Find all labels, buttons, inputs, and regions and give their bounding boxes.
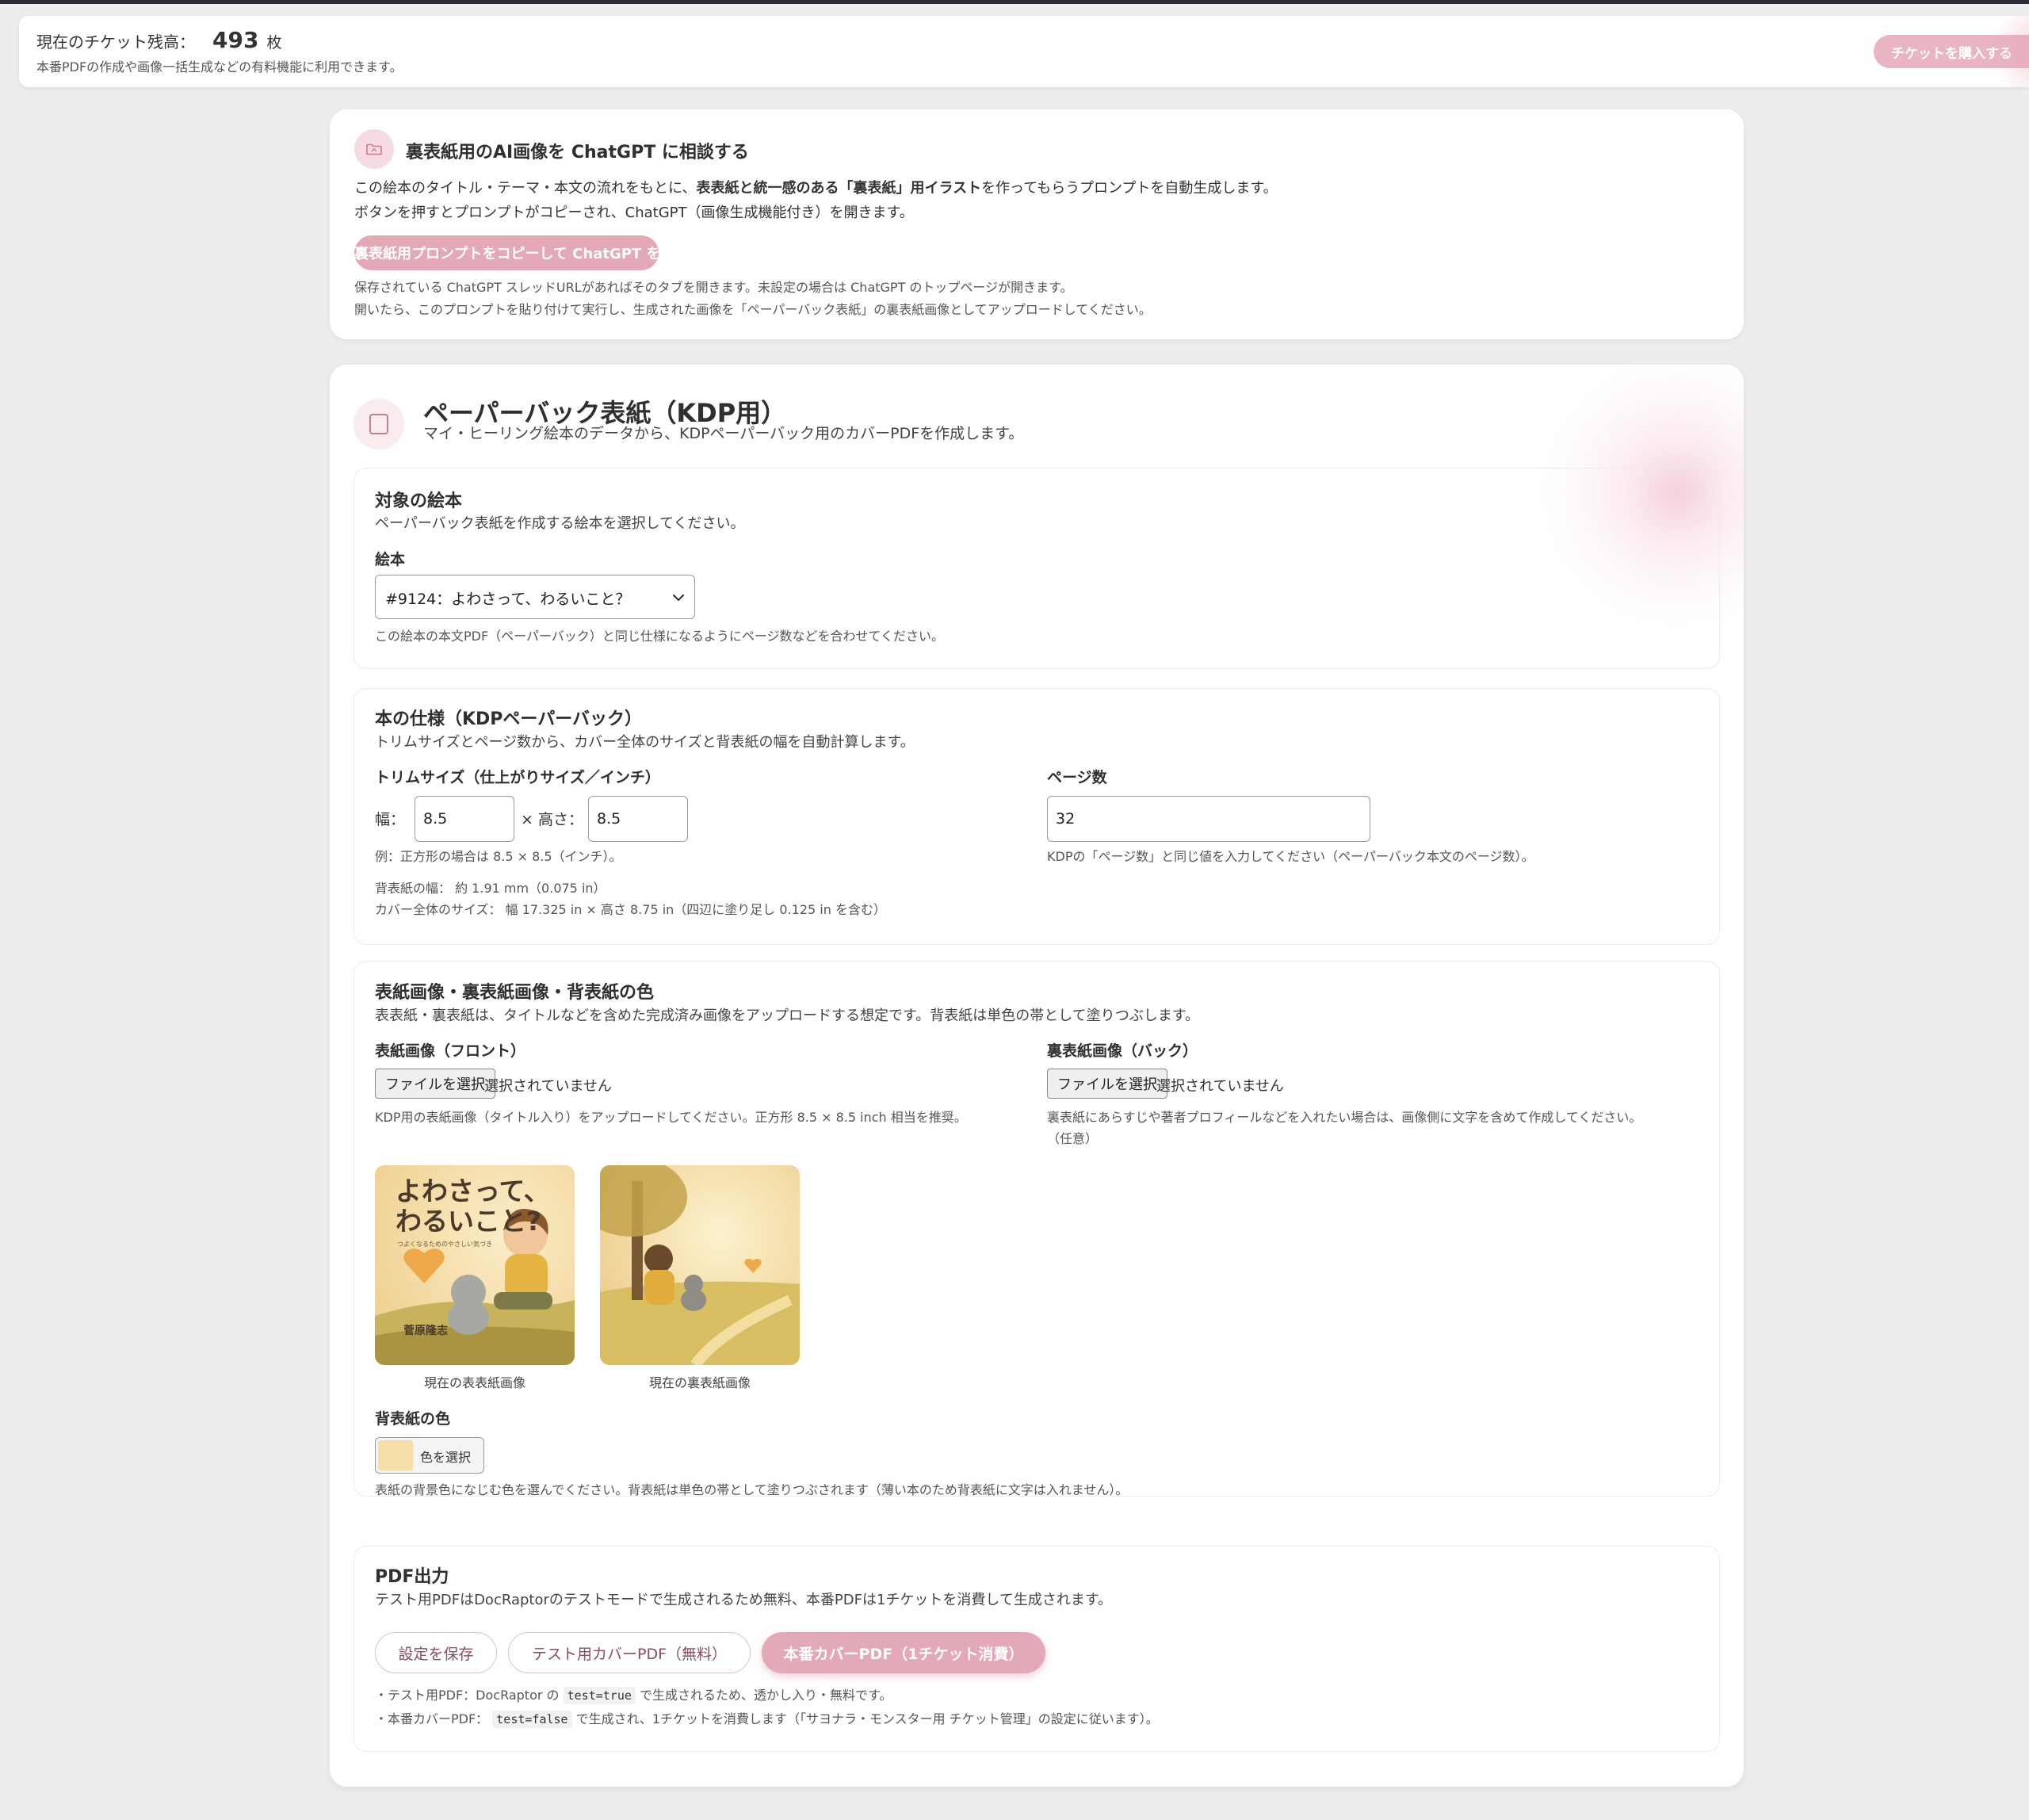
book-select-hint: この絵本の本文PDF（ペーパーバック）と同じ仕様になるようにページ数などを合わせ… bbox=[375, 629, 945, 644]
note-text: ・テスト用PDF：DocRaptor の bbox=[375, 1688, 564, 1703]
spine-color-hint: 表紙の背景色になじむ色を選んでください。背表紙は単色の帯として塗りつぶされます（… bbox=[375, 1482, 1129, 1497]
note-text: で生成されるため、透かし入り・無料です。 bbox=[635, 1688, 892, 1703]
width-label: 幅： bbox=[375, 811, 406, 828]
cover-title-line2: わるいこと? bbox=[395, 1206, 542, 1237]
trim-height-input[interactable]: 8.5 bbox=[588, 796, 688, 842]
cover-title-line1: よわさって、 bbox=[395, 1176, 550, 1206]
paperback-cover-card: ペーパーバック表紙（KDP用） マイ・ヒーリング絵本のデータから、KDPペーパー… bbox=[330, 365, 1744, 1787]
chevron-down-icon bbox=[671, 590, 686, 609]
spine-color-picker[interactable]: 色を選択 bbox=[375, 1437, 484, 1474]
ai-card-note: 保存されている ChatGPT スレッドURLがあればそのタブを開きます。未設定… bbox=[354, 277, 1152, 321]
page-subtitle: マイ・ヒーリング絵本のデータから、KDPペーパーバック用のカバーPDFを作成しま… bbox=[423, 425, 1024, 442]
section-title: 本の仕様（KDPペーパーバック） bbox=[375, 709, 642, 729]
save-settings-button[interactable]: 設定を保存 bbox=[375, 1632, 497, 1673]
ticket-unit: 枚 bbox=[266, 34, 282, 52]
back-image-hint: 裏表紙にあらすじや著者プロフィールなどを入れたい場合は、画像側に文字を含めて作成… bbox=[1047, 1107, 1641, 1149]
ai-desc-part: を作ってもらうプロンプトを自動生成します。 bbox=[981, 180, 1278, 197]
front-image-label: 表紙画像（フロント） bbox=[375, 1042, 526, 1060]
color-picker-label: 色を選択 bbox=[420, 1450, 472, 1465]
book-select-value: #9124：よわさって、わるいこと？ bbox=[385, 591, 631, 608]
pdf-notes: ・テスト用PDF：DocRaptor の test=true で生成されるため、… bbox=[375, 1684, 1159, 1731]
note-text: ・本番カバーPDF： bbox=[375, 1711, 493, 1726]
section-title: 表紙画像・裏表紙画像・背表紙の色 bbox=[375, 983, 655, 1003]
front-file-button[interactable]: ファイルを選択 bbox=[375, 1069, 495, 1099]
cover-author-text: 菅原隆志 bbox=[403, 1325, 448, 1337]
book-spec-section: 本の仕様（KDPペーパーバック） トリムサイズとページ数から、カバー全体のサイズ… bbox=[353, 688, 1720, 945]
ai-desc-emphasis: 表表紙と統一感のある「裏表紙」用イラスト bbox=[696, 180, 982, 197]
ticket-label: 現在のチケット残高： bbox=[36, 32, 195, 52]
square-icon bbox=[353, 399, 404, 449]
production-pdf-button[interactable]: 本番カバーPDF（1チケット消費） bbox=[762, 1632, 1045, 1673]
back-hint-line2: （任意） bbox=[1047, 1131, 1099, 1146]
section-description: テスト用PDFはDocRaptorのテストモードで生成されるため無料、本番PDF… bbox=[375, 1592, 1113, 1608]
cover-images-section: 表紙画像・裏表紙画像・背表紙の色 表表紙・裏表紙は、タイトルなどを含めた完成済み… bbox=[353, 961, 1720, 1497]
back-image-label: 裏表紙画像（バック） bbox=[1047, 1042, 1198, 1060]
book-select[interactable]: #9124：よわさって、わるいこと？ bbox=[375, 575, 695, 619]
cover-title-text: よわさって、 わるいこと? bbox=[395, 1176, 550, 1237]
copy-prompt-open-chatgpt-button[interactable]: 裏表紙用プロンプトをコピーして ChatGPT を開く bbox=[354, 235, 689, 270]
back-file-status: 選択されていません bbox=[1156, 1078, 1284, 1095]
cover-subtitle-text: つよくなるためのやさしい気づき bbox=[397, 1241, 492, 1248]
ai-desc-line2: ボタンを押すとプロンプトがコピーされ、ChatGPT（画像生成機能付き）を開きま… bbox=[354, 205, 914, 221]
folder-image-icon bbox=[354, 129, 394, 169]
front-cover-thumbnail: よわさって、 わるいこと? つよくなるためのやさしい気づき 菅原隆志 bbox=[375, 1165, 575, 1365]
page-count-hint: KDPの「ページ数」と同じ値を入力してください（ペーパーバック本文のページ数）。 bbox=[1047, 849, 1534, 864]
ai-back-cover-card: 裏表紙用のAI画像を ChatGPT に相談する この絵本のタイトル・テーマ・本… bbox=[330, 109, 1744, 339]
back-thumbnail-caption: 現在の裏表紙画像 bbox=[648, 1375, 751, 1390]
page-count-label: ページ数 bbox=[1047, 769, 1107, 786]
ai-desc-part: この絵本のタイトル・テーマ・本文の流れをもとに、 bbox=[354, 180, 697, 197]
test-true-code: test=true bbox=[563, 1687, 636, 1704]
ticket-balance: 現在のチケット残高： 493 枚 bbox=[36, 27, 281, 53]
ticket-description: 本番PDFの作成や画像一括生成などの有料機能に利用できます。 bbox=[36, 59, 403, 75]
section-description: ペーパーバック表紙を作成する絵本を選択してください。 bbox=[375, 515, 745, 532]
trim-size-label: トリムサイズ（仕上がりサイズ／インチ） bbox=[375, 769, 660, 786]
test-false-code: test=false bbox=[492, 1711, 572, 1728]
page-count-input[interactable]: 32 bbox=[1047, 796, 1370, 842]
trim-size-hint: 例：正方形の場合は 8.5 × 8.5（インチ）。 bbox=[375, 849, 622, 864]
section-description: 表表紙・裏表紙は、タイトルなどを含めた完成済み画像をアップロードする想定です。背… bbox=[375, 1008, 1200, 1024]
ai-card-description: この絵本のタイトル・テーマ・本文の流れをもとに、表表紙と統一感のある「裏表紙」用… bbox=[354, 176, 1278, 225]
section-description: トリムサイズとページ数から、カバー全体のサイズと背表紙の幅を自動計算します。 bbox=[375, 734, 915, 751]
height-label: × 高さ： bbox=[521, 811, 583, 828]
front-image-hint: KDP用の表紙画像（タイトル入り）をアップロードしてください。正方形 8.5 ×… bbox=[375, 1110, 967, 1125]
spine-color-swatch bbox=[378, 1440, 413, 1470]
section-title: PDF出力 bbox=[375, 1567, 449, 1587]
back-cover-thumbnail bbox=[600, 1165, 800, 1365]
buy-tickets-button[interactable]: チケットを購入する bbox=[1874, 35, 2029, 68]
book-select-label: 絵本 bbox=[375, 551, 406, 568]
pdf-output-section: PDF出力 テスト用PDFはDocRaptorのテストモードで生成されるため無料… bbox=[353, 1546, 1720, 1752]
back-file-button[interactable]: ファイルを選択 bbox=[1047, 1069, 1167, 1099]
ticket-count: 493 bbox=[212, 27, 259, 53]
ai-note-line2: 開いたら、このプロンプトを貼り付けて実行し、生成された画像を「ペーパーバック表紙… bbox=[354, 302, 1152, 317]
ticket-balance-bar: 現在のチケット残高： 493 枚 本番PDFの作成や画像一括生成などの有料機能に… bbox=[19, 16, 2029, 87]
note-text: で生成され、1チケットを消費します（「サヨナラ・モンスター用 チケット管理」の設… bbox=[571, 1711, 1159, 1726]
trim-width-input[interactable]: 8.5 bbox=[415, 796, 514, 842]
spine-color-label: 背表紙の色 bbox=[375, 1410, 451, 1428]
cover-size-readout: カバー全体のサイズ： 幅 17.325 in × 高さ 8.75 in（四辺に塗… bbox=[375, 902, 886, 917]
test-pdf-button[interactable]: テスト用カバーPDF（無料） bbox=[508, 1632, 751, 1673]
spine-width-readout: 背表紙の幅： 約 1.91 mm（0.075 in） bbox=[375, 881, 606, 896]
back-hint-line1: 裏表紙にあらすじや著者プロフィールなどを入れたい場合は、画像側に文字を含めて作成… bbox=[1047, 1110, 1642, 1125]
ai-note-line1: 保存されている ChatGPT スレッドURLがあればそのタブを開きます。未設定… bbox=[354, 280, 1073, 295]
section-title: 対象の絵本 bbox=[375, 491, 463, 511]
target-book-section: 対象の絵本 ペーパーバック表紙を作成する絵本を選択してください。 絵本 #912… bbox=[353, 468, 1720, 669]
front-file-status: 選択されていません bbox=[484, 1078, 612, 1095]
ai-card-title: 裏表紙用のAI画像を ChatGPT に相談する bbox=[406, 143, 749, 162]
window-top-bar bbox=[0, 0, 2029, 4]
front-thumbnail-caption: 現在の表表紙画像 bbox=[423, 1375, 525, 1390]
